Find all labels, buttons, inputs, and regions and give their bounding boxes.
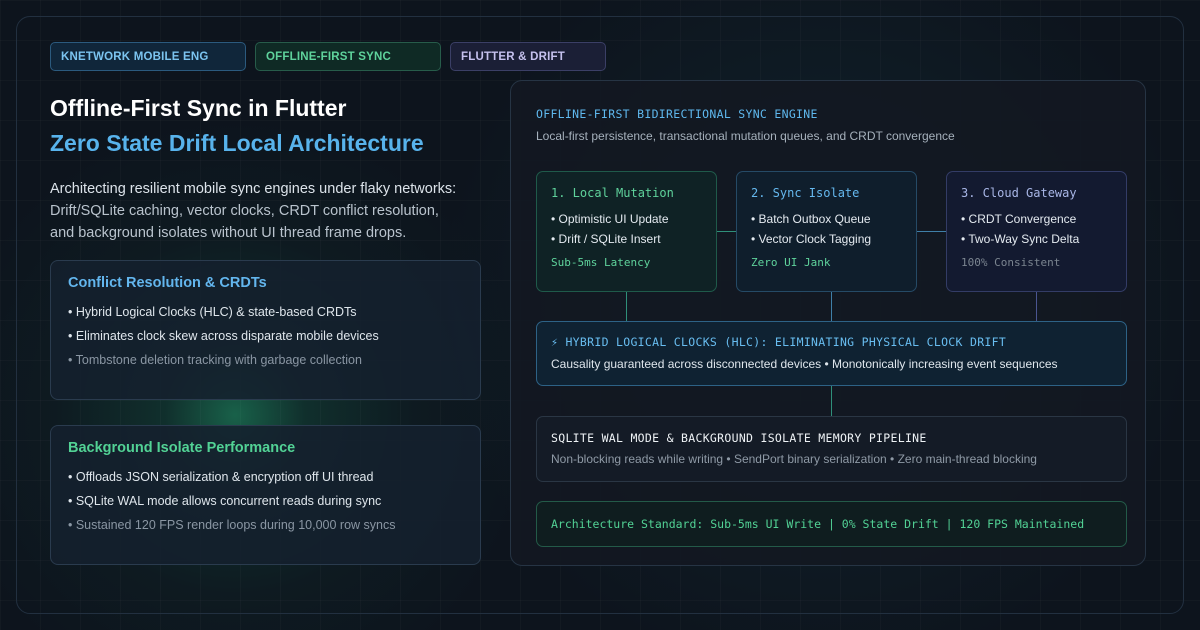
step-title: 1. Local Mutation	[551, 186, 674, 200]
step-title: 3. Cloud Gateway	[961, 186, 1077, 200]
step-footer: 100% Consistent	[961, 256, 1061, 269]
panel-subtitle: Local-first persistence, transactional m…	[536, 129, 955, 143]
step-title: 2. Sync Isolate	[751, 186, 860, 200]
step-item: • Optimistic UI Update	[551, 212, 669, 226]
sync-engine-panel: OFFLINE-FIRST BIDIRECTIONAL SYNC ENGINE …	[510, 80, 1146, 566]
card-item: • Tombstone deletion tracking with garba…	[68, 353, 362, 367]
sqlite-box: SQLITE WAL MODE & BACKGROUND ISOLATE MEM…	[536, 416, 1127, 482]
connector-step1-hlc	[626, 292, 627, 321]
description-line: Drift/SQLite caching, vector clocks, CRD…	[50, 203, 439, 219]
step-item: • Two-Way Sync Delta	[961, 232, 1080, 246]
step-sync-isolate: 2. Sync Isolate • Batch Outbox Queue • V…	[736, 171, 917, 292]
step-cloud-gateway: 3. Cloud Gateway • CRDT Convergence • Tw…	[946, 171, 1127, 292]
tag-knetwork: KNETWORK MOBILE ENG	[50, 42, 246, 71]
tag-offline-first: OFFLINE-FIRST SYNC	[255, 42, 441, 71]
description-line: and background isolates without UI threa…	[50, 225, 407, 241]
step-footer: Sub-5ms Latency	[551, 256, 651, 269]
connector-step1-step2	[717, 231, 736, 232]
architecture-standard-box: Architecture Standard: Sub-5ms UI Write …	[536, 501, 1127, 547]
step-footer: Zero UI Jank	[751, 256, 831, 269]
card-conflict-resolution: Conflict Resolution & CRDTs • Hybrid Log…	[50, 260, 481, 400]
card-item: • Eliminates clock skew across disparate…	[68, 329, 379, 343]
description-line: Architecting resilient mobile sync engin…	[50, 181, 457, 197]
card-title: Conflict Resolution & CRDTs	[68, 275, 267, 291]
tag-flutter-drift: FLUTTER & DRIFT	[450, 42, 606, 71]
step-item: • Vector Clock Tagging	[751, 232, 872, 246]
step-item: • CRDT Convergence	[961, 212, 1077, 226]
page-title: Offline-First Sync in Flutter	[50, 95, 347, 121]
hero-description: Architecting resilient mobile sync engin…	[50, 178, 480, 244]
connector-step3-hlc	[1036, 292, 1037, 321]
connector-hlc-sqlite	[831, 386, 832, 416]
page-subtitle: Zero State Drift Local Architecture	[50, 130, 424, 156]
connector-step2-hlc	[831, 292, 832, 321]
card-item: • SQLite WAL mode allows concurrent read…	[68, 494, 382, 508]
sqlite-description: Non-blocking reads while writing • SendP…	[551, 452, 1037, 466]
card-title: Background Isolate Performance	[68, 440, 296, 456]
hlc-title: ⚡ HYBRID LOGICAL CLOCKS (HLC): ELIMINATI…	[551, 335, 1007, 349]
architecture-standard: Architecture Standard: Sub-5ms UI Write …	[551, 517, 1085, 531]
card-item: • Offloads JSON serialization & encrypti…	[68, 470, 374, 484]
hlc-box: ⚡ HYBRID LOGICAL CLOCKS (HLC): ELIMINATI…	[536, 321, 1127, 386]
card-item: • Sustained 120 FPS render loops during …	[68, 518, 396, 532]
card-item: • Hybrid Logical Clocks (HLC) & state-ba…	[68, 305, 357, 319]
panel-title: OFFLINE-FIRST BIDIRECTIONAL SYNC ENGINE	[536, 107, 818, 121]
step-local-mutation: 1. Local Mutation • Optimistic UI Update…	[536, 171, 717, 292]
step-item: • Batch Outbox Queue	[751, 212, 871, 226]
connector-step2-step3	[917, 231, 946, 232]
card-background-isolate: Background Isolate Performance • Offload…	[50, 425, 481, 565]
sqlite-title: SQLITE WAL MODE & BACKGROUND ISOLATE MEM…	[551, 431, 927, 445]
hlc-description: Causality guaranteed across disconnected…	[551, 357, 1058, 371]
step-item: • Drift / SQLite Insert	[551, 232, 661, 246]
